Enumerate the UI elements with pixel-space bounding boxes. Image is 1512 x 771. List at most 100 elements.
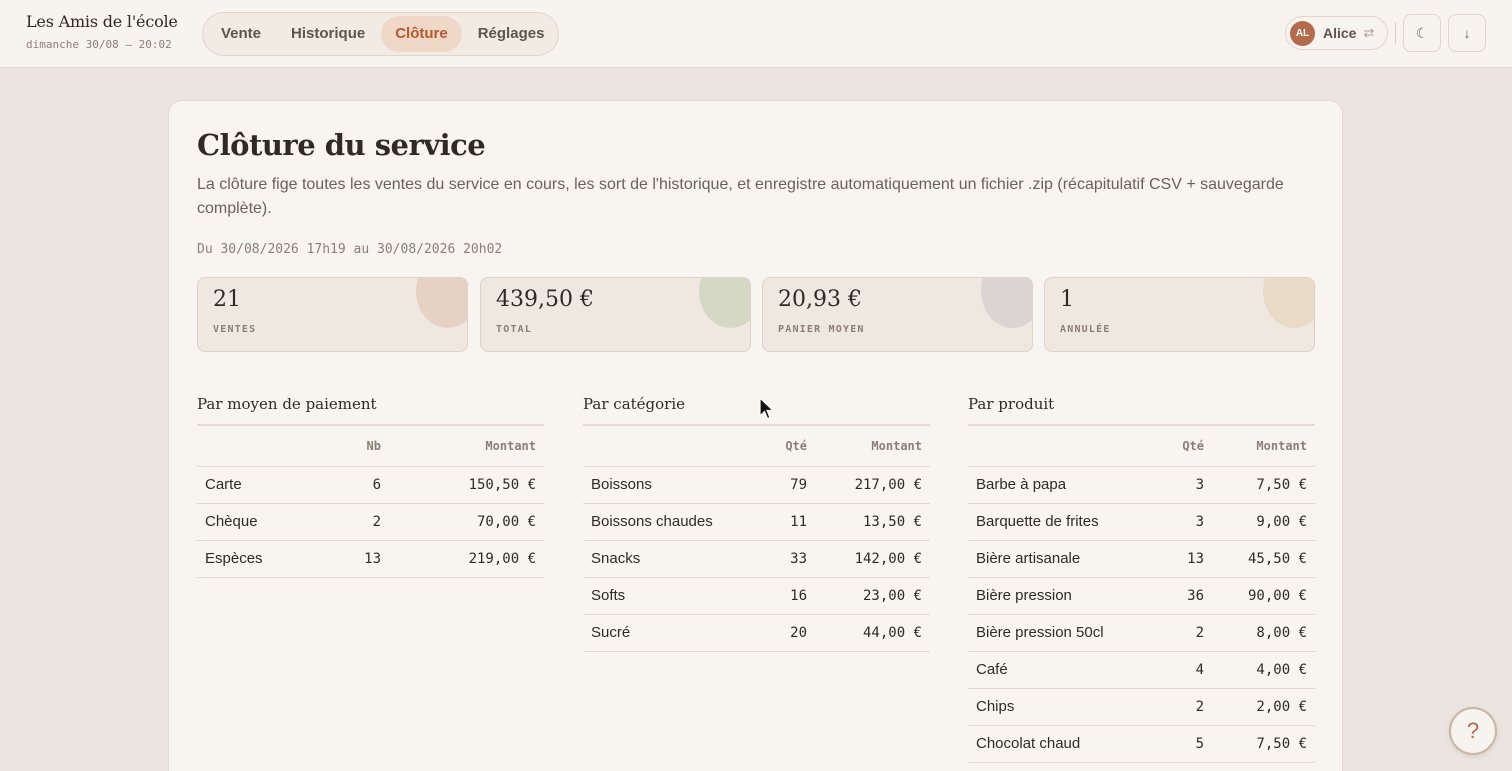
row-label: Chèque — [197, 503, 337, 541]
row-amount: 90,00 € — [1212, 577, 1315, 615]
brand: Les Amis de l'école dimanche 30/08 — 20:… — [26, 12, 178, 51]
page-title: Clôture du service — [197, 128, 486, 162]
column-header — [968, 426, 1158, 467]
section-title: Par moyen de paiement — [197, 395, 544, 426]
stat-panier-moyen: 20,93 € PANIER MOYEN — [762, 277, 1033, 352]
table-row: Bière pression 50cl 2 8,00 € — [968, 614, 1315, 652]
row-amount: 45,50 € — [1212, 540, 1315, 578]
table-row: Espèces 13 219,00 € — [197, 540, 544, 578]
row-qty: 5 — [1158, 725, 1212, 763]
column-header — [197, 426, 337, 467]
user-name: Alice — [1323, 25, 1357, 41]
row-amount: 2,00 € — [1212, 688, 1315, 726]
row-amount: 217,00 € — [815, 466, 930, 504]
row-label: Boissons chaudes — [583, 503, 761, 541]
column-header — [583, 426, 761, 467]
row-amount: 8,00 € — [1212, 614, 1315, 652]
row-label: Chips — [968, 688, 1158, 726]
stat-value: 20,93 € — [778, 287, 862, 312]
row-qty: 2 — [1158, 688, 1212, 726]
row-label: Bière artisanale — [968, 540, 1158, 578]
row-label: Barbe à papa — [968, 466, 1158, 504]
row-amount: 9,00 € — [1212, 503, 1315, 541]
product-table: Qté Montant Barbe à papa 3 7,50 € Barque… — [968, 426, 1315, 763]
stat-value: 439,50 € — [496, 287, 594, 312]
table-row: Softs 16 23,00 € — [583, 577, 930, 615]
top-bar: Les Amis de l'école dimanche 30/08 — 20:… — [0, 0, 1512, 68]
user-switch-button[interactable]: AL Alice ⇄ — [1285, 16, 1388, 50]
table-row: Snacks 33 142,00 € — [583, 540, 930, 578]
row-label: Bière pression 50cl — [968, 614, 1158, 652]
stat-decoration — [699, 278, 750, 328]
section-title: Par produit — [968, 395, 1315, 426]
row-amount: 13,50 € — [815, 503, 930, 541]
row-label: Chocolat chaud — [968, 725, 1158, 763]
swap-icon: ⇄ — [1363, 25, 1375, 40]
tab-cloture[interactable]: Clôture — [381, 16, 462, 52]
theme-toggle-button[interactable]: ☾ — [1403, 14, 1441, 52]
row-amount: 4,00 € — [1212, 651, 1315, 689]
mouse-cursor-icon — [759, 397, 775, 420]
row-qty: 13 — [1158, 540, 1212, 578]
avatar: AL — [1290, 20, 1315, 46]
row-label: Espèces — [197, 540, 337, 578]
column-header: Montant — [389, 426, 544, 467]
row-qty: 79 — [761, 466, 815, 504]
row-label: Bière pression — [968, 577, 1158, 615]
page-description: La clôture fige toutes les ventes du ser… — [197, 176, 1284, 217]
download-button[interactable]: ↓ — [1448, 14, 1486, 52]
stat-decoration — [1263, 278, 1314, 328]
tab-vente[interactable]: Vente — [207, 16, 275, 52]
row-amount: 23,00 € — [815, 577, 930, 615]
tab-reglages[interactable]: Réglages — [464, 16, 559, 52]
stat-total: 439,50 € TOTAL — [480, 277, 751, 352]
payment-section: Par moyen de paiement Nb Montant Carte 6… — [197, 395, 544, 578]
stat-decoration — [416, 278, 467, 328]
column-header: Montant — [1212, 426, 1315, 467]
table-row: Bière artisanale 13 45,50 € — [968, 540, 1315, 578]
column-header: Montant — [815, 426, 930, 467]
product-section: Par produit Qté Montant Barbe à papa 3 7… — [968, 395, 1315, 763]
stat-value: 1 — [1060, 287, 1074, 312]
category-section: Par catégorie Qté Montant Boissons 79 21… — [583, 395, 930, 652]
stat-value: 21 — [213, 287, 241, 312]
column-header: Qté — [1158, 426, 1212, 467]
stat-label: PANIER MOYEN — [778, 324, 865, 335]
help-button[interactable]: ? — [1449, 707, 1497, 755]
help-icon: ? — [1466, 718, 1480, 743]
row-label: Snacks — [583, 540, 761, 578]
row-amount: 44,00 € — [815, 614, 930, 652]
moon-icon: ☾ — [1415, 25, 1429, 41]
row-amount: 7,50 € — [1212, 725, 1315, 763]
divider — [1395, 22, 1396, 44]
category-table: Qté Montant Boissons 79 217,00 € Boisson… — [583, 426, 930, 652]
row-qty: 2 — [1158, 614, 1212, 652]
service-range: Du 30/08/2026 17h19 au 30/08/2026 20h02 — [197, 242, 503, 257]
row-label: Barquette de frites — [968, 503, 1158, 541]
row-amount: 150,50 € — [389, 466, 544, 504]
row-qty: 20 — [761, 614, 815, 652]
main-nav: Vente Historique Clôture Réglages — [202, 12, 559, 56]
table-row: Boissons 79 217,00 € — [583, 466, 930, 504]
row-amount: 142,00 € — [815, 540, 930, 578]
table-row: Chèque 2 70,00 € — [197, 503, 544, 541]
row-qty: 3 — [1158, 466, 1212, 504]
row-label: Boissons — [583, 466, 761, 504]
table-header-row: Nb Montant — [197, 426, 544, 467]
row-count: 6 — [337, 466, 389, 504]
column-header: Nb — [337, 426, 389, 467]
table-row: Barbe à papa 3 7,50 € — [968, 466, 1315, 504]
table-row: Sucré 20 44,00 € — [583, 614, 930, 652]
table-row: Boissons chaudes 11 13,50 € — [583, 503, 930, 541]
row-qty: 3 — [1158, 503, 1212, 541]
stat-decoration — [981, 278, 1032, 328]
row-qty: 11 — [761, 503, 815, 541]
row-qty: 36 — [1158, 577, 1212, 615]
tab-historique[interactable]: Historique — [277, 16, 379, 52]
table-row: Carte 6 150,50 € — [197, 466, 544, 504]
stat-label: ANNULÉE — [1060, 324, 1111, 335]
table-row: Barquette de frites 3 9,00 € — [968, 503, 1315, 541]
stat-label: TOTAL — [496, 324, 533, 335]
row-qty: 16 — [761, 577, 815, 615]
row-count: 2 — [337, 503, 389, 541]
